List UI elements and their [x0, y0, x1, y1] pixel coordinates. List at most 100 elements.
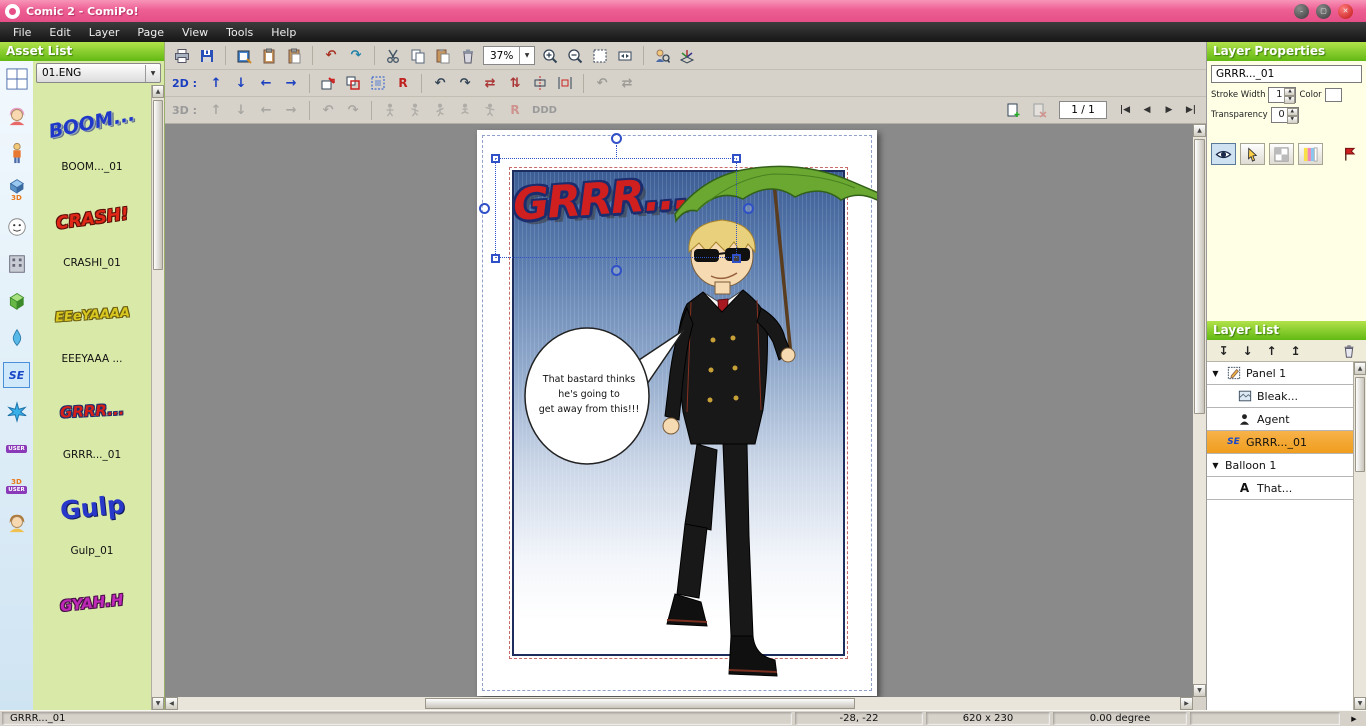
canvas-horizontal-scrollbar[interactable]: ◀ ▶: [165, 697, 1193, 710]
asset-category-flash-icon[interactable]: [3, 399, 30, 425]
chevron-down-icon[interactable]: ▼: [145, 65, 160, 82]
scrollbar-thumb[interactable]: [1194, 139, 1205, 414]
move-layer-bottom-button[interactable]: ↧: [1216, 344, 1231, 358]
visibility-eye-button[interactable]: [1211, 143, 1236, 165]
view-3d-settings-button[interactable]: [675, 44, 699, 67]
center-horizontal-button[interactable]: [528, 72, 552, 95]
menu-tools[interactable]: Tools: [217, 24, 262, 41]
asset-item-eeeyaaa[interactable]: EEeYAAAA EEEYAAA ...: [33, 287, 151, 383]
stroke-width-stepper[interactable]: 1 ▲▼: [1268, 87, 1296, 103]
move-layer-down-button[interactable]: ↓: [1240, 344, 1255, 358]
scroll-up-icon[interactable]: ▲: [152, 85, 164, 98]
balloon-text[interactable]: That bastard thinks he's going to get aw…: [529, 372, 649, 418]
expander-icon[interactable]: ▼: [1210, 369, 1221, 378]
resize-handle-se[interactable]: [732, 254, 741, 263]
rotate-ccw-button[interactable]: ↶: [428, 72, 452, 95]
resize-handle-e[interactable]: [743, 203, 754, 214]
asset-list-scrollbar[interactable]: ▲ ▼: [151, 85, 164, 710]
resize-handle-w[interactable]: [479, 203, 490, 214]
layer-row-panel1[interactable]: ▼ Panel 1: [1207, 362, 1353, 385]
menu-page[interactable]: Page: [128, 24, 173, 41]
nudge-3d-up-button[interactable]: ↑: [204, 99, 228, 122]
layer-name-field[interactable]: GRRR..._01: [1211, 65, 1362, 83]
paste-page-button[interactable]: [282, 44, 306, 67]
resize-handle-ne[interactable]: [732, 154, 741, 163]
zoom-in-button[interactable]: [538, 44, 562, 67]
asset-category-character-icon[interactable]: [3, 103, 30, 129]
pose-2-button[interactable]: [403, 99, 427, 122]
snap-position-button[interactable]: [316, 72, 340, 95]
scroll-right-icon[interactable]: ▶: [1180, 697, 1193, 710]
selection-box[interactable]: [495, 158, 737, 258]
print-button[interactable]: [170, 44, 194, 67]
asset-category-item-icon[interactable]: [3, 288, 30, 314]
menu-file[interactable]: File: [4, 24, 40, 41]
scroll-down-icon[interactable]: ▼: [1354, 697, 1366, 710]
delete-layer-button[interactable]: [1342, 344, 1357, 358]
stroke-color-swatch[interactable]: [1325, 88, 1342, 102]
rotate-handle[interactable]: [611, 133, 622, 144]
spin-up-icon[interactable]: ▲: [1284, 88, 1295, 96]
layer-row-agent[interactable]: Agent: [1207, 408, 1353, 431]
nudge-right-button[interactable]: →: [279, 72, 303, 95]
scroll-left-icon[interactable]: ◀: [165, 697, 178, 710]
asset-category-pose-icon[interactable]: [3, 140, 30, 166]
asset-category-sample-icon[interactable]: [3, 510, 30, 536]
fit-width-button[interactable]: [613, 44, 637, 67]
nudge-3d-left-button[interactable]: ←: [254, 99, 278, 122]
layer-row-balloon1[interactable]: ▼ Balloon 1: [1207, 454, 1353, 477]
zoom-level-select[interactable]: 37% ▼: [483, 46, 535, 65]
menu-edit[interactable]: Edit: [40, 24, 79, 41]
chevron-down-icon[interactable]: ▼: [519, 47, 534, 64]
delete-button[interactable]: [456, 44, 480, 67]
canvas-vertical-scrollbar[interactable]: ▲ ▼: [1193, 124, 1206, 697]
move-layer-top-button[interactable]: ↥: [1288, 344, 1303, 358]
layer-list-scrollbar[interactable]: ▲ ▼: [1353, 362, 1366, 710]
pose-5-button[interactable]: [478, 99, 502, 122]
asset-category-select[interactable]: 01.ENG ▼: [36, 63, 161, 83]
layer-row-bleak[interactable]: Bleak...: [1207, 385, 1353, 408]
asset-item-gyah[interactable]: GYAH.H: [33, 575, 151, 671]
nav-first-page-button[interactable]: |◀: [1115, 100, 1135, 120]
save-button[interactable]: [195, 44, 219, 67]
scroll-up-icon[interactable]: ▲: [1193, 124, 1206, 137]
undo-button[interactable]: ↶: [319, 44, 343, 67]
asset-category-user-2d-icon[interactable]: USER: [3, 436, 30, 462]
move-layer-up-button[interactable]: ↑: [1264, 344, 1279, 358]
resize-handle-sw[interactable]: [491, 254, 500, 263]
pose-1-button[interactable]: [378, 99, 402, 122]
reset-2d-button[interactable]: R: [391, 72, 415, 95]
asset-category-face-icon[interactable]: [3, 214, 30, 240]
select-cursor-button[interactable]: [1240, 143, 1265, 165]
scrollbar-thumb[interactable]: [425, 698, 855, 709]
transparency-pattern-button[interactable]: [1269, 143, 1294, 165]
asset-category-user-3d-icon[interactable]: 3DUSER: [3, 473, 30, 499]
rotate-3d-cw-button[interactable]: ↷: [341, 99, 365, 122]
scrollbar-thumb[interactable]: [1355, 377, 1365, 472]
color-gradient-button[interactable]: [1298, 143, 1323, 165]
rotate-3d-ccw-button[interactable]: ↶: [316, 99, 340, 122]
layer-row-that[interactable]: A That...: [1207, 477, 1353, 500]
nav-last-page-button[interactable]: ▶|: [1181, 100, 1201, 120]
scroll-up-icon[interactable]: ▲: [1354, 362, 1366, 375]
pose-3-button[interactable]: [428, 99, 452, 122]
asset-item-grrr[interactable]: GRRR... GRRR..._01: [33, 383, 151, 479]
reset-rotation-button[interactable]: ↶: [590, 72, 614, 95]
flip-vertical-button[interactable]: ⇅: [503, 72, 527, 95]
resize-handle-s[interactable]: [611, 265, 622, 276]
menu-help[interactable]: Help: [262, 24, 305, 41]
maximize-button[interactable]: ▢: [1316, 4, 1331, 19]
resize-handle-nw[interactable]: [491, 154, 500, 163]
minimize-button[interactable]: –: [1294, 4, 1309, 19]
spin-down-icon[interactable]: ▼: [1287, 116, 1298, 124]
fit-panel-button[interactable]: [366, 72, 390, 95]
menu-layer[interactable]: Layer: [80, 24, 129, 41]
nudge-left-button[interactable]: ←: [254, 72, 278, 95]
fit-page-button[interactable]: [588, 44, 612, 67]
layer-row-grrr[interactable]: SE GRRR..._01: [1207, 431, 1353, 454]
comic-page[interactable]: GRRR...: [477, 130, 877, 696]
asset-item-crash[interactable]: CRASH! CRASHI_01: [33, 191, 151, 287]
snap-size-button[interactable]: [341, 72, 365, 95]
asset-category-panel-icon[interactable]: [3, 66, 30, 92]
nudge-3d-down-button[interactable]: ↓: [229, 99, 253, 122]
